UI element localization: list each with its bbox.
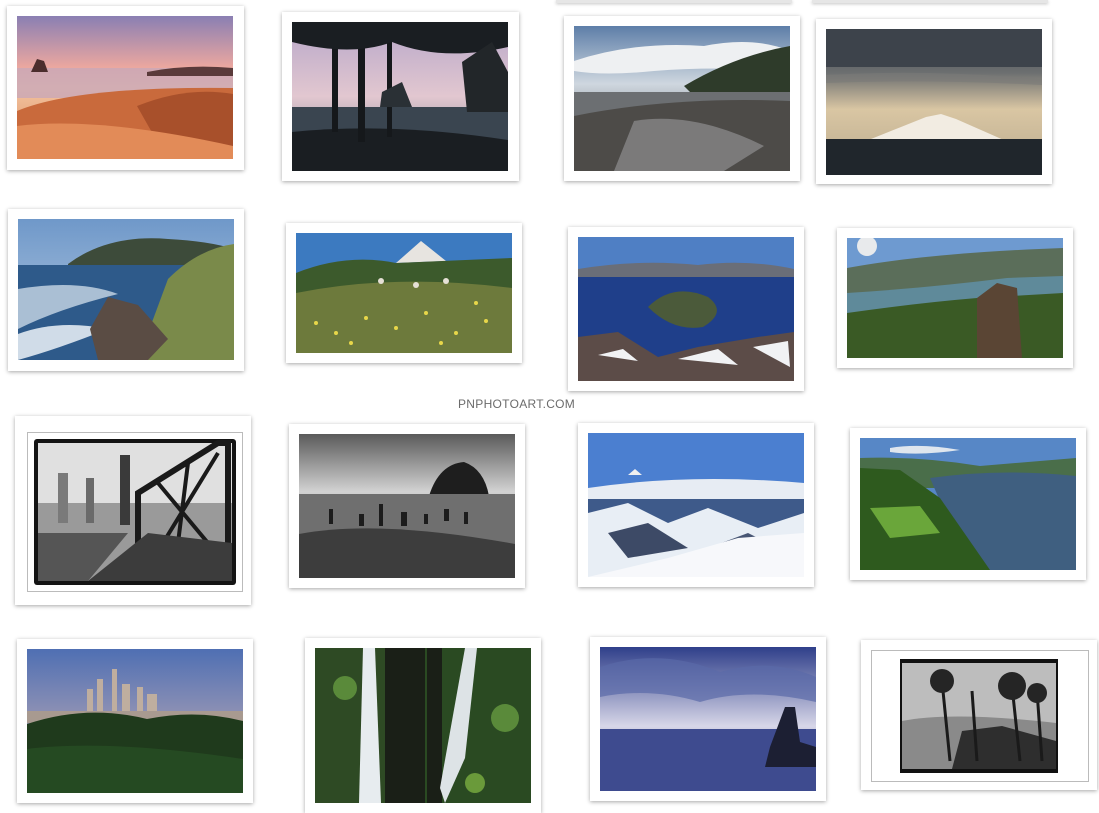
photo-stormy-sea[interactable] [590,637,826,801]
photo-ghost-forest-bw[interactable] [289,424,525,588]
photo-snowy-peaks[interactable] [578,423,814,587]
photo-misty-beach[interactable] [564,16,800,181]
photo-edge-top [812,0,1048,3]
photo-beach-sunset[interactable] [7,6,244,170]
photo-image [27,649,243,793]
photo-image [847,238,1063,358]
photo-image [17,16,233,159]
photo-image [600,647,816,791]
photo-wildflower-meadow[interactable] [286,223,522,363]
photo-steel-bridge-bw[interactable] [15,416,251,605]
photo-windswept-trees-bw[interactable] [861,640,1097,790]
photo-image [18,219,234,360]
photo-image [588,433,804,577]
photo-sea-stacks-trees[interactable] [282,12,519,181]
photo-edge-top [556,0,792,3]
photo-image [860,438,1076,570]
photo-twin-waterfalls[interactable] [305,638,541,813]
photo-image [292,22,508,171]
photo-image [871,650,1089,782]
photo-green-gorge[interactable] [850,428,1086,580]
site-watermark: PNPHOTOART.COM [458,397,576,411]
photo-mountain-peak[interactable] [816,19,1052,184]
photo-image [27,432,243,592]
photo-city-skyline[interactable] [17,639,253,803]
photo-image [578,237,794,381]
photo-image [299,434,515,578]
photo-image [574,26,790,171]
photo-river-gorge[interactable] [837,228,1073,368]
photo-image [315,648,531,803]
photo-image [296,233,512,353]
photo-rocky-coast[interactable] [8,209,244,371]
photo-image [826,29,1042,175]
photo-crater-lake[interactable] [568,227,804,391]
